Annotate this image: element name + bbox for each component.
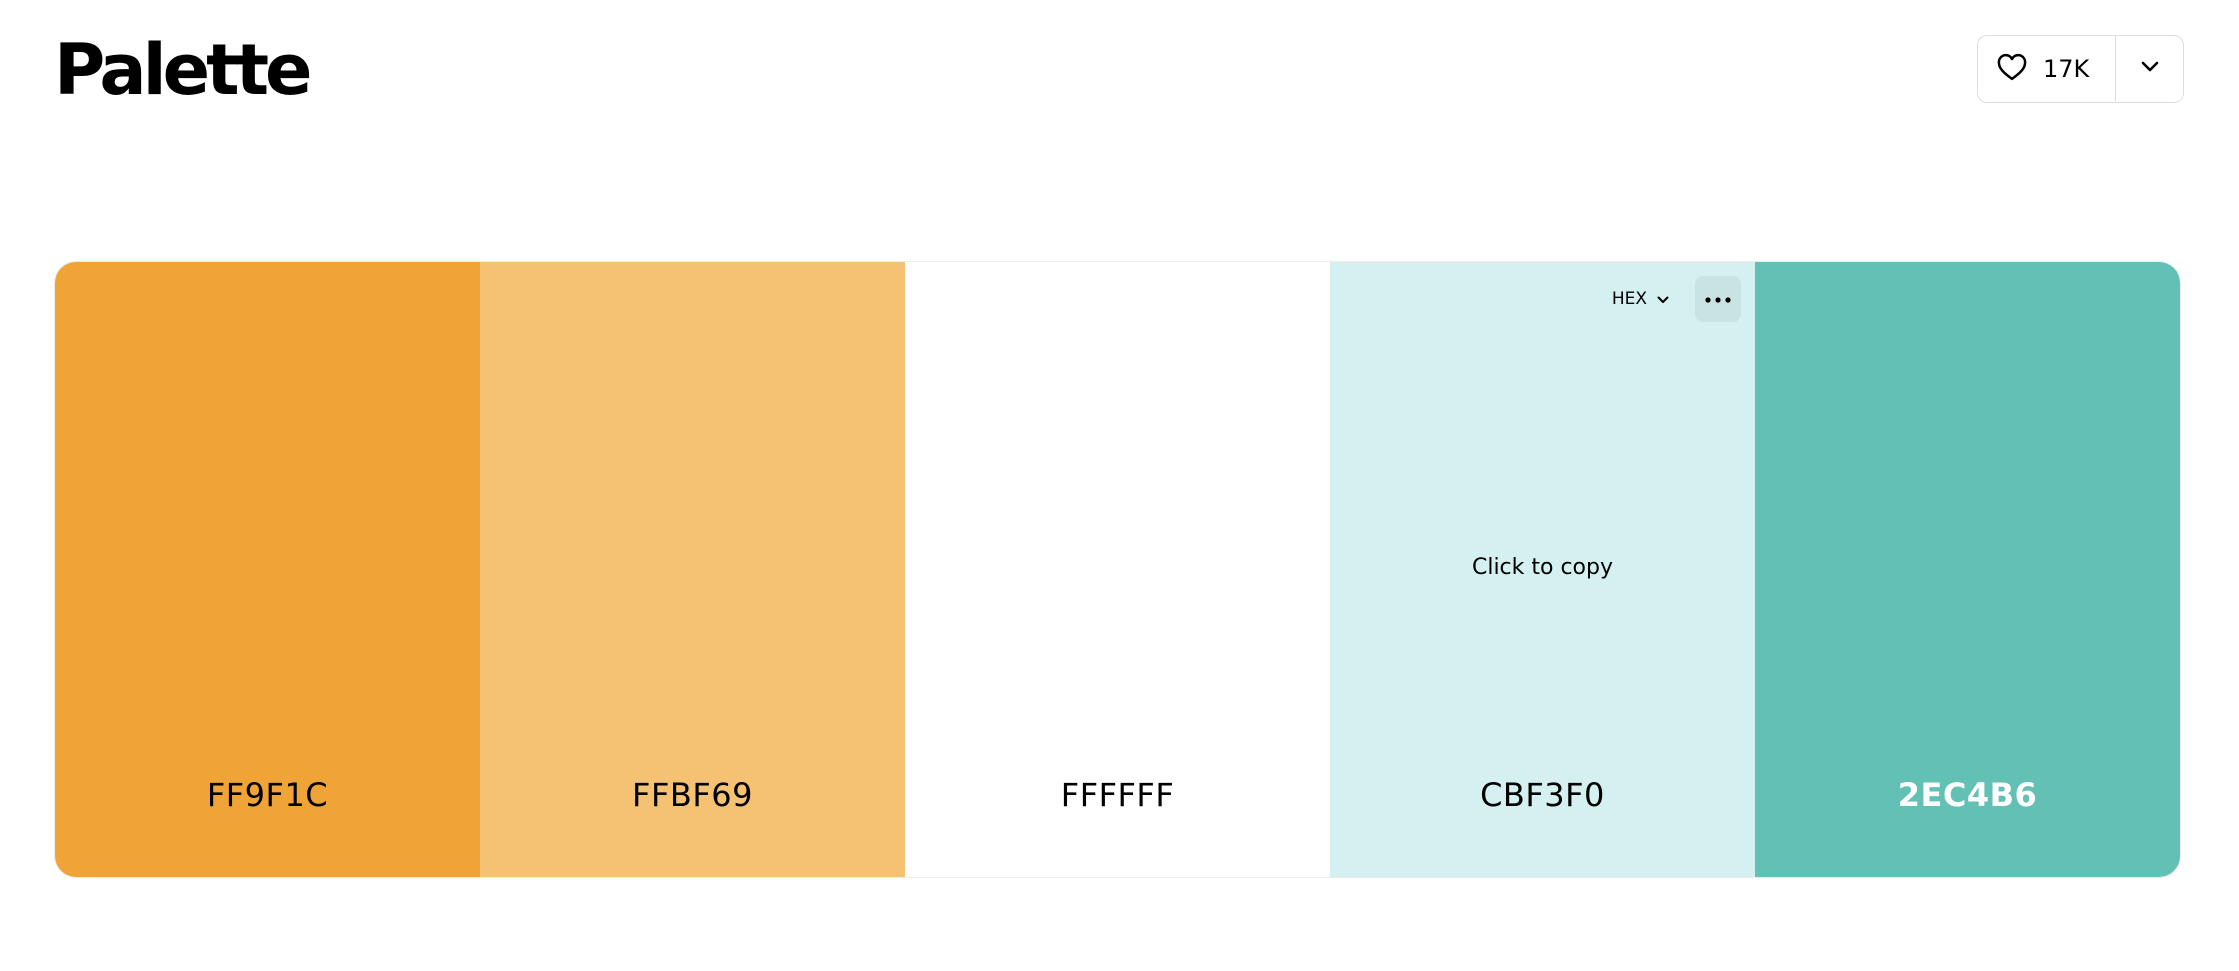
- color-swatch[interactable]: 2EC4B6: [1755, 262, 2180, 877]
- copy-hint: Click to copy: [1471, 555, 1614, 580]
- swatch-hex-code[interactable]: FFFFFF: [905, 776, 1330, 814]
- page-title: Palette: [54, 29, 313, 111]
- color-swatch[interactable]: FF9F1C: [55, 262, 480, 877]
- chevron-down-icon: [2140, 60, 2160, 78]
- swatch-hex-code[interactable]: CBF3F0: [1330, 776, 1755, 814]
- color-format-select[interactable]: HEX: [1612, 289, 1669, 309]
- like-button[interactable]: 17K: [1978, 36, 2116, 102]
- color-swatch[interactable]: FFFFFF: [905, 262, 1330, 877]
- more-options-button[interactable]: [2116, 36, 2183, 102]
- palette-page: Palette 17K FF9F1C FFBF69 FFFFFF HEX Cli…: [0, 0, 2239, 971]
- swatch-menu-button[interactable]: [1695, 276, 1741, 322]
- swatch-toolbar: HEX: [1612, 276, 1741, 322]
- ellipsis-icon: [1705, 290, 1731, 308]
- palette-actions: 17K: [1977, 35, 2184, 103]
- swatch-hex-code[interactable]: FF9F1C: [55, 776, 480, 814]
- swatch-hex-code[interactable]: FFBF69: [480, 776, 905, 814]
- heart-icon: [1997, 53, 2027, 86]
- chevron-down-icon: [1647, 289, 1669, 309]
- color-format-label: HEX: [1611, 289, 1647, 309]
- color-swatch-hovered[interactable]: HEX Click to copy CBF3F0: [1330, 262, 1755, 877]
- like-count: 17K: [2043, 55, 2090, 83]
- color-palette: FF9F1C FFBF69 FFFFFF HEX Click to copy C…: [54, 261, 2181, 878]
- swatch-hex-code[interactable]: 2EC4B6: [1755, 776, 2180, 814]
- color-swatch[interactable]: FFBF69: [480, 262, 905, 877]
